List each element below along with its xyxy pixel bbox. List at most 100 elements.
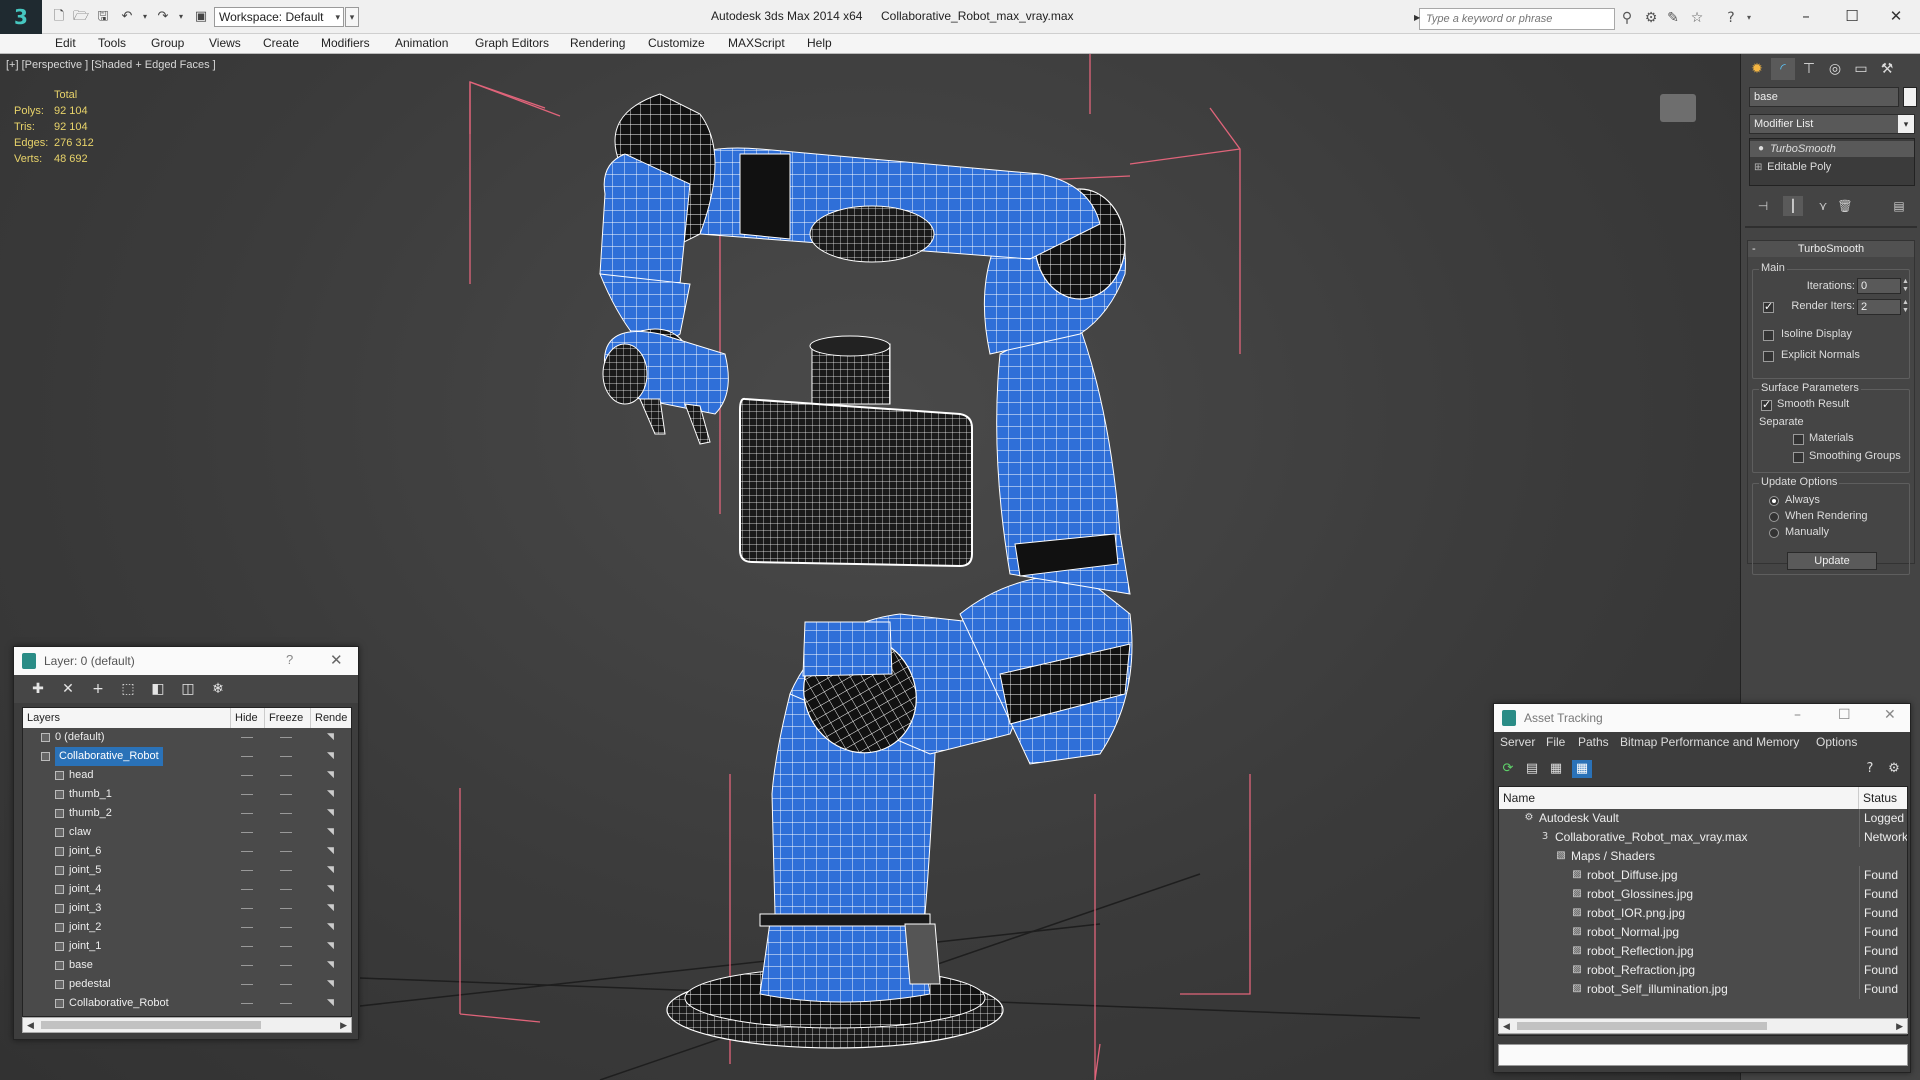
- maximize-icon[interactable]: ☐: [1838, 707, 1851, 723]
- freeze-toggle[interactable]: [280, 908, 292, 909]
- teapot-render-icon[interactable]: ◥: [327, 846, 339, 856]
- close-button[interactable]: ✕: [1874, 4, 1918, 28]
- teapot-render-icon[interactable]: ◥: [327, 960, 339, 970]
- layer-row[interactable]: thumb_2 ◥: [23, 804, 351, 823]
- menu-paths[interactable]: Paths: [1578, 735, 1609, 749]
- menu-create[interactable]: Create: [263, 34, 299, 54]
- layer-row[interactable]: joint_6 ◥: [23, 842, 351, 861]
- teapot-render-icon[interactable]: ◥: [327, 789, 339, 799]
- hide-toggle[interactable]: [241, 946, 253, 947]
- asset-row[interactable]: ▨ robot_Refraction.jpg Found: [1499, 961, 1907, 980]
- spinner-arrows-icon[interactable]: ▲ ▼: [1901, 299, 1910, 315]
- hide-toggle[interactable]: [241, 870, 253, 871]
- freeze-toggle[interactable]: [280, 965, 292, 966]
- viewport-label[interactable]: [+] [Perspective ] [Shaded + Edged Faces…: [6, 59, 216, 71]
- make-unique-icon[interactable]: ⋎: [1813, 196, 1833, 216]
- maximize-button[interactable]: ☐: [1830, 4, 1874, 28]
- hide-all-icon[interactable]: ◫: [178, 679, 198, 699]
- table-view-icon[interactable]: ▦: [1572, 760, 1592, 778]
- asset-row[interactable]: 3 Collaborative_Robot_max_vray.max Network…: [1499, 828, 1907, 847]
- highlight-layers-icon[interactable]: ◧: [148, 679, 168, 699]
- freeze-toggle[interactable]: [280, 832, 292, 833]
- select-objects-icon[interactable]: ⬚: [118, 679, 138, 699]
- menu-rendering[interactable]: Rendering: [570, 34, 625, 54]
- list-view-icon[interactable]: ▤: [1522, 760, 1542, 778]
- asset-row[interactable]: ▨ robot_Self_illumination.jpg Found: [1499, 980, 1907, 999]
- modifier-list-dropdown[interactable]: Modifier List ▾: [1749, 114, 1915, 134]
- display-tab-icon[interactable]: ▭: [1849, 58, 1873, 80]
- freeze-toggle[interactable]: [280, 756, 292, 757]
- render-iters-spinner[interactable]: 2 ▲ ▼: [1857, 299, 1909, 315]
- layer-row[interactable]: joint_4 ◥: [23, 880, 351, 899]
- layer-row[interactable]: joint_1 ◥: [23, 937, 351, 956]
- undo-dropdown-icon[interactable]: ▾: [136, 8, 154, 26]
- new-file-icon[interactable]: 🗋: [50, 8, 68, 26]
- project-folder-icon[interactable]: ▣: [192, 8, 210, 26]
- freeze-toggle[interactable]: [280, 984, 292, 985]
- smooth-result-checkbox[interactable]: [1761, 398, 1772, 411]
- freeze-toggle[interactable]: [280, 794, 292, 795]
- iterations-spinner[interactable]: 0 ▲ ▼: [1857, 278, 1909, 294]
- lightbulb-icon[interactable]: ●: [1758, 141, 1764, 157]
- asset-row[interactable]: ▨ robot_IOR.png.jpg Found: [1499, 904, 1907, 923]
- help-icon[interactable]: ?: [1722, 9, 1740, 27]
- layer-row[interactable]: joint_5 ◥: [23, 861, 351, 880]
- menu-maxscript[interactable]: MAXScript: [728, 34, 785, 54]
- hide-toggle[interactable]: [241, 889, 253, 890]
- scroll-thumb[interactable]: [41, 1021, 261, 1029]
- save-file-icon[interactable]: 🖫: [94, 8, 112, 26]
- layer-row[interactable]: 0 (default) ◥: [23, 728, 351, 747]
- menu-animation[interactable]: Animation: [395, 34, 448, 54]
- menu-bitmap-performance[interactable]: Bitmap Performance and Memory: [1620, 735, 1799, 749]
- teapot-render-icon[interactable]: ◥: [327, 751, 339, 761]
- hide-toggle[interactable]: [241, 908, 253, 909]
- refresh-icon[interactable]: ⟳: [1498, 760, 1518, 778]
- when-rendering-radio[interactable]: [1769, 512, 1779, 522]
- object-name-field[interactable]: base: [1749, 87, 1899, 107]
- hide-toggle[interactable]: [241, 851, 253, 852]
- freeze-toggle[interactable]: [280, 927, 292, 928]
- workspace-more-button[interactable]: ▾: [345, 7, 359, 27]
- stack-item-editable-poly[interactable]: ⊞ Editable Poly: [1754, 159, 1831, 175]
- materials-checkbox[interactable]: [1793, 434, 1804, 445]
- utilities-tab-icon[interactable]: ⚒: [1875, 58, 1899, 80]
- update-button[interactable]: Update: [1787, 552, 1877, 570]
- menu-server[interactable]: Server: [1500, 735, 1535, 749]
- menu-views[interactable]: Views: [209, 34, 241, 54]
- search-tools-icon[interactable]: ⚙: [1642, 9, 1660, 27]
- caret-right-icon[interactable]: ▶: [1414, 13, 1420, 22]
- close-icon[interactable]: ✕: [1884, 707, 1896, 723]
- thumbnail-view-icon[interactable]: ▦: [1546, 760, 1566, 778]
- scroll-left-icon[interactable]: ◀: [1503, 1019, 1510, 1033]
- smoothing-groups-checkbox[interactable]: [1793, 452, 1804, 463]
- menu-tools[interactable]: Tools: [98, 34, 126, 54]
- stack-item-turbosmooth[interactable]: ● TurboSmooth: [1750, 141, 1914, 157]
- delete-layer-icon[interactable]: ✕: [58, 679, 78, 699]
- teapot-render-icon[interactable]: ◥: [327, 998, 339, 1008]
- scroll-right-icon[interactable]: ▶: [1896, 1019, 1903, 1033]
- configure-sets-icon[interactable]: ▤: [1889, 196, 1909, 216]
- teapot-render-icon[interactable]: ◥: [327, 922, 339, 932]
- binoculars-icon[interactable]: ⚲: [1618, 9, 1636, 27]
- settings-icon[interactable]: ⚙: [1884, 760, 1904, 778]
- always-radio[interactable]: [1769, 496, 1779, 506]
- layer-row[interactable]: Collaborative_Robot ◥: [23, 994, 351, 1013]
- scroll-right-icon[interactable]: ▶: [340, 1018, 347, 1032]
- asset-row[interactable]: ⚙ Autodesk Vault Logged O: [1499, 809, 1907, 828]
- teapot-render-icon[interactable]: ◥: [327, 884, 339, 894]
- hide-toggle[interactable]: [241, 813, 253, 814]
- hide-toggle[interactable]: [241, 756, 253, 757]
- freeze-toggle[interactable]: [280, 851, 292, 852]
- close-icon[interactable]: ✕: [330, 651, 343, 669]
- teapot-render-icon[interactable]: ◥: [327, 732, 339, 742]
- minimize-icon[interactable]: –: [1794, 707, 1801, 723]
- minimize-button[interactable]: –: [1784, 4, 1828, 28]
- asset-row[interactable]: ▨ robot_Diffuse.jpg Found: [1499, 866, 1907, 885]
- redo-dropdown-icon[interactable]: ▾: [172, 8, 190, 26]
- manually-radio[interactable]: [1769, 528, 1779, 538]
- freeze-toggle[interactable]: [280, 775, 292, 776]
- open-file-icon[interactable]: 🗁: [72, 8, 90, 26]
- layer-row[interactable]: thumb_1 ◥: [23, 785, 351, 804]
- layer-horizontal-scrollbar[interactable]: ◀ ▶: [22, 1017, 352, 1033]
- hide-toggle[interactable]: [241, 927, 253, 928]
